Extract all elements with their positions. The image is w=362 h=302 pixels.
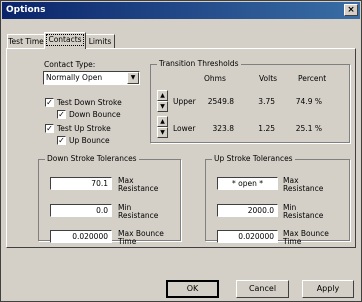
apply-button[interactable]: Apply xyxy=(302,280,354,298)
tab-contacts[interactable]: Contacts xyxy=(44,32,86,49)
up-max-bounce-time-input[interactable]: 0.020000 xyxy=(217,230,278,243)
test-down-stroke-checkbox[interactable]: ✓ xyxy=(45,98,54,107)
tab-contacts-label: Contacts xyxy=(46,34,84,46)
tab-limits-label: Limits xyxy=(88,37,112,46)
test-up-stroke-label: Test Up Stroke xyxy=(57,124,111,133)
chevron-down-icon[interactable]: ▼ xyxy=(127,72,139,84)
down-bounce-checkbox[interactable]: ✓ xyxy=(57,110,66,119)
down-max-bounce-time-input[interactable]: 0.020000 xyxy=(50,230,112,243)
up-bounce-label: Up Bounce xyxy=(69,136,110,145)
upper-volts-value: 3.75 xyxy=(258,97,275,106)
ohms-header: Ohms xyxy=(204,74,226,83)
lower-ohms-value: 323.8 xyxy=(212,124,234,133)
spin-down-icon[interactable]: ▼ xyxy=(157,127,168,138)
percent-header: Percent xyxy=(298,74,327,83)
contact-type-value: Normally Open xyxy=(46,73,103,82)
upper-ohms-value: 2549.8 xyxy=(207,97,234,106)
test-down-stroke-label: Test Down Stroke xyxy=(57,98,122,107)
down-min-resistance-label-2: Resistance xyxy=(118,211,159,220)
upper-spin-control[interactable]: ▲ ▼ xyxy=(157,90,168,112)
window-title: Options xyxy=(6,5,46,15)
ok-button[interactable]: OK xyxy=(166,280,219,298)
down-bounce-label: Down Bounce xyxy=(69,110,121,119)
contact-type-select[interactable]: Normally Open ▼ xyxy=(43,71,140,85)
down-stroke-title: Down Stroke Tolerances xyxy=(45,154,139,164)
up-max-bounce-time-label-2: Time xyxy=(283,237,302,246)
up-stroke-title: Up Stroke Tolerances xyxy=(212,154,295,164)
upper-label: Upper xyxy=(173,97,196,106)
transition-thresholds-title: Transition Thresholds xyxy=(157,59,241,69)
up-min-resistance-label-2: Resistance xyxy=(283,211,324,220)
title-bar: Options × xyxy=(2,2,360,19)
up-bounce-checkbox[interactable]: ✓ xyxy=(57,136,66,145)
spin-down-icon[interactable]: ▼ xyxy=(157,101,168,112)
spin-up-icon[interactable]: ▲ xyxy=(157,116,168,127)
contact-type-label: Contact Type: xyxy=(44,60,96,69)
lower-spin-control[interactable]: ▲ ▼ xyxy=(157,116,168,138)
lower-label: Lower xyxy=(173,124,196,133)
close-button[interactable]: × xyxy=(344,4,358,16)
spin-up-icon[interactable]: ▲ xyxy=(157,90,168,101)
up-min-resistance-input[interactable]: 2000.0 xyxy=(217,204,278,217)
volts-header: Volts xyxy=(259,74,278,83)
down-max-bounce-time-label-2: Time xyxy=(118,237,137,246)
lower-volts-value: 1.25 xyxy=(258,124,275,133)
test-up-stroke-checkbox[interactable]: ✓ xyxy=(45,124,54,133)
options-window: Options × Test Time Contacts Limits Cont… xyxy=(0,0,362,302)
cancel-button[interactable]: Cancel xyxy=(236,280,289,298)
tab-limits[interactable]: Limits xyxy=(85,34,115,48)
down-min-resistance-input[interactable]: 0.0 xyxy=(50,204,112,217)
down-max-resistance-input[interactable]: 70.1 xyxy=(50,177,112,190)
up-max-resistance-label-2: Resistance xyxy=(283,184,324,193)
upper-percent-value: 74.9 % xyxy=(295,97,322,106)
lower-percent-value: 25.1 % xyxy=(295,124,322,133)
down-max-resistance-label-2: Resistance xyxy=(118,184,159,193)
tab-test-time[interactable]: Test Time xyxy=(7,34,45,48)
up-max-resistance-input[interactable]: * open * xyxy=(217,177,278,190)
tab-test-time-label: Test Time xyxy=(8,37,44,46)
